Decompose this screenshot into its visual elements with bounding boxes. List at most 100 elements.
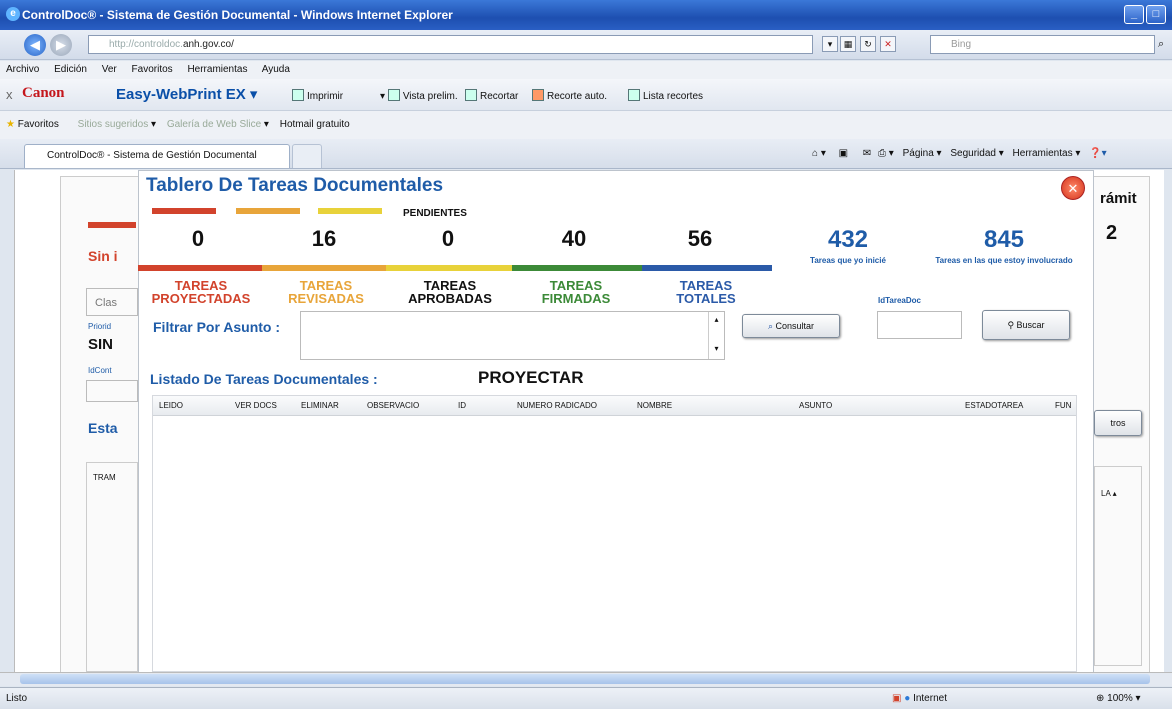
col-numero-radicado[interactable]: NUMERO RADICADO: [517, 401, 597, 410]
easy-webprint-button[interactable]: Easy-WebPrint EX ▾: [116, 85, 257, 103]
new-tab-button[interactable]: [292, 144, 322, 168]
search-icon[interactable]: ⌕: [1158, 38, 1164, 51]
col-fun[interactable]: FUN: [1055, 401, 1071, 410]
favorites-bar: ★ Favoritos Sitios sugeridos ▾ Galería d…: [0, 111, 1172, 139]
star-icon: ★: [6, 119, 15, 130]
list-label: Listado De Tareas Documentales :: [150, 371, 378, 387]
color-bar-totales: [642, 265, 772, 271]
close-toolbar-icon[interactable]: x: [6, 87, 13, 102]
color-bar-firmadas: [512, 265, 642, 271]
printer-icon: [292, 89, 304, 101]
imprimir-button[interactable]: Imprimir: [292, 89, 343, 102]
home-icon[interactable]: ⌂ ▾: [812, 148, 826, 159]
vista-previa-button[interactable]: ▾ Vista prelim.: [380, 89, 458, 102]
stop-icon[interactable]: ✕: [880, 36, 896, 52]
hotmail-link[interactable]: Hotmail gratuito: [280, 119, 350, 130]
protected-mode-icon: ▣: [892, 693, 902, 704]
col-observacion[interactable]: OBSERVACIO: [367, 401, 419, 410]
color-bar-revisadas: [262, 265, 386, 271]
help-icon[interactable]: ❓▾: [1089, 148, 1106, 159]
status-bar: Listo ▣ ● Internet ⊕ 100% ▾: [0, 687, 1172, 709]
print-icon[interactable]: ⎙ ▾: [878, 148, 894, 159]
status-text: Listo: [6, 693, 28, 704]
search-input[interactable]: Bing: [930, 35, 1155, 54]
menu-bar: Archivo Edición Ver Favoritos Herramient…: [0, 61, 1172, 79]
col-ver-docs[interactable]: VER DOCS: [235, 401, 277, 410]
maximize-icon[interactable]: □: [1146, 5, 1166, 24]
bg-clas-field: Clas: [86, 288, 138, 316]
compat-icon[interactable]: ▦: [840, 36, 856, 52]
bg-two-text: 2: [1106, 222, 1118, 244]
title-bar: e ControlDoc® - Sistema de Gestión Docum…: [0, 0, 1172, 30]
menu-favoritos[interactable]: Favoritos: [132, 64, 173, 75]
back-icon[interactable]: ◀: [24, 34, 46, 56]
filter-label: Filtrar Por Asunto :: [153, 319, 281, 335]
menu-edicion[interactable]: Edición: [54, 64, 87, 75]
col-estadotarea[interactable]: ESTADOTAREA: [965, 401, 1023, 410]
canon-toolbar: x Canon Easy-WebPrint EX ▾ Imprimir ▾ Vi…: [0, 79, 1172, 111]
list-state-title: PROYECTAR: [478, 368, 584, 387]
menu-herramientas-cmd[interactable]: Herramientas ▾: [1013, 148, 1081, 159]
favorites-button[interactable]: Favoritos: [18, 119, 59, 130]
sitios-link[interactable]: Sitios sugeridos: [78, 119, 149, 130]
menu-seguridad[interactable]: Seguridad ▾: [950, 148, 1003, 159]
col-leido[interactable]: LEIDO: [159, 401, 183, 410]
bg-filtros-button[interactable]: tros: [1094, 410, 1142, 436]
textarea-scrollbar[interactable]: ▴ ▾: [708, 312, 724, 359]
auto-clip-icon: [532, 89, 544, 101]
label-proyectadas: TAREAS PROYECTADAS: [151, 278, 251, 306]
recortar-button[interactable]: Recortar: [465, 89, 518, 102]
mail-icon[interactable]: ✉: [863, 148, 871, 159]
pendientes-label: PENDIENTES: [403, 208, 467, 219]
list-icon: [628, 89, 640, 101]
label-revisadas: TAREAS REVISADAS: [288, 278, 364, 306]
magnifier-icon: ⌕: [767, 321, 773, 331]
dropdown-icon[interactable]: ▾: [822, 36, 838, 52]
menu-herramientas[interactable]: Herramientas: [187, 64, 247, 75]
bg-sin-value: SIN: [88, 336, 114, 353]
canon-logo: Canon: [22, 85, 65, 101]
lista-recortes-button[interactable]: Lista recortes: [628, 89, 703, 102]
minimize-icon[interactable]: _: [1124, 5, 1144, 24]
globe-icon: ●: [904, 693, 911, 704]
col-nombre[interactable]: NOMBRE: [637, 401, 672, 410]
close-icon[interactable]: ✕: [1061, 176, 1085, 200]
tab-controldoc[interactable]: ControlDoc® - Sistema de Gestión Documen…: [24, 144, 290, 168]
buscar-button[interactable]: ⚲ Buscar: [982, 310, 1070, 340]
bg-right-table: LA ▴: [1094, 466, 1142, 666]
top-bar-red: [152, 208, 216, 214]
address-bar: ◀ ▶ http://controldoc.anh.gov.co/ ▾ ▦ ↻ …: [0, 30, 1172, 60]
bg-red-bar: [88, 222, 136, 228]
col-eliminar[interactable]: ELIMINAR: [301, 401, 339, 410]
menu-archivo[interactable]: Archivo: [6, 64, 39, 75]
count-aprobadas: 0: [441, 226, 455, 251]
bg-esta-text: Esta: [88, 420, 118, 436]
menu-ayuda[interactable]: Ayuda: [262, 64, 290, 75]
label-totales: TAREAS TOTALES: [676, 278, 736, 306]
id-tarea-input[interactable]: [877, 311, 962, 339]
zoom-control[interactable]: ⊕ 100% ▾: [1096, 693, 1141, 704]
modal-title: Tablero De Tareas Documentales: [146, 175, 444, 196]
consultar-button[interactable]: ⌕ Consultar: [742, 314, 840, 338]
stat-involucrado-label: Tareas en las que estoy involucrado: [935, 256, 1073, 265]
refresh-icon[interactable]: ↻: [860, 36, 876, 52]
preview-icon: [387, 89, 400, 101]
col-id[interactable]: ID: [458, 401, 466, 410]
asunto-filter-input[interactable]: [300, 311, 725, 360]
recorte-auto-button[interactable]: Recorte auto.: [532, 89, 607, 102]
stat-involucrado-value: 845: [983, 226, 1025, 253]
galeria-link[interactable]: Galería de Web Slice: [167, 119, 261, 130]
bg-idcont-field: [86, 380, 138, 402]
col-asunto[interactable]: ASUNTO: [799, 401, 832, 410]
scrollbar-thumb[interactable]: [20, 674, 1150, 684]
label-firmadas: TAREAS FIRMADAS: [541, 278, 611, 306]
menu-pagina[interactable]: Página ▾: [903, 148, 942, 159]
forward-icon[interactable]: ▶: [50, 34, 72, 56]
menu-ver[interactable]: Ver: [102, 64, 117, 75]
count-revisadas: 16: [311, 226, 337, 251]
url-field[interactable]: http://controldoc.anh.gov.co/: [88, 35, 813, 54]
count-totales: 56: [687, 226, 713, 251]
window-title: ControlDoc® - Sistema de Gestión Documen…: [22, 8, 453, 22]
feeds-icon[interactable]: ▣: [839, 148, 848, 159]
bg-idcont-label: IdCont: [88, 366, 112, 375]
